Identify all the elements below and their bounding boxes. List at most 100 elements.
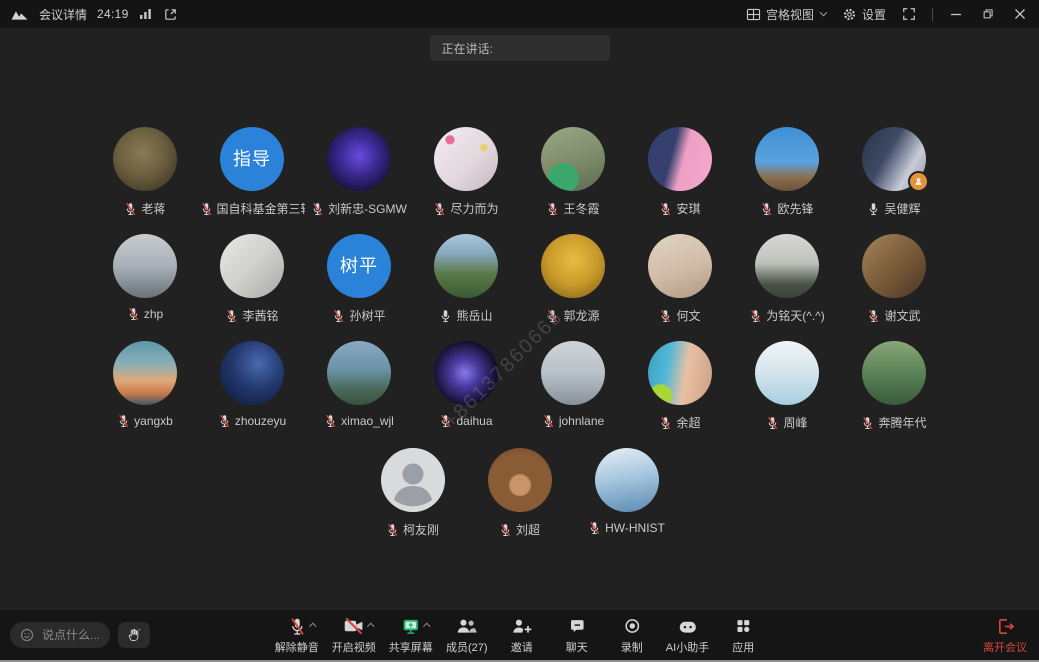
avatar[interactable] xyxy=(488,448,552,512)
avatar[interactable] xyxy=(220,341,284,405)
avatar[interactable] xyxy=(648,127,712,191)
avatar-photo xyxy=(648,234,712,298)
signal-strength-icon[interactable] xyxy=(139,8,153,20)
mic-muted-icon xyxy=(861,416,874,430)
avatar[interactable] xyxy=(755,234,819,298)
avatar[interactable] xyxy=(862,341,926,405)
avatar[interactable] xyxy=(862,127,926,191)
chevron-up-icon[interactable] xyxy=(308,622,317,628)
settings-label: 设置 xyxy=(862,6,886,23)
participant-name: daihua xyxy=(456,414,492,428)
view-mode-label: 宫格视图 xyxy=(766,6,814,23)
participant-tile[interactable]: 吴健辉 xyxy=(841,127,948,234)
close-button[interactable] xyxy=(1011,5,1029,23)
avatar[interactable] xyxy=(113,341,177,405)
avatar-photo xyxy=(862,341,926,405)
meeting-timer: 24:19 xyxy=(97,7,129,21)
emoji-icon[interactable] xyxy=(20,628,34,642)
avatar[interactable]: 树平 xyxy=(327,234,391,298)
share-screen-button[interactable]: 共享屏幕 xyxy=(389,616,433,655)
avatar-photo xyxy=(434,234,498,298)
chevron-up-icon[interactable] xyxy=(366,622,375,628)
participant-tile[interactable]: 指导国自科基金第三轮... xyxy=(199,127,306,234)
participant-tile[interactable]: HW-HNIST xyxy=(573,448,680,555)
chat-button[interactable]: 聊天 xyxy=(556,616,598,655)
avatar-text: 指导 xyxy=(233,150,271,168)
quick-chat-input-wrap[interactable] xyxy=(10,622,110,648)
mic-muted-icon xyxy=(225,309,238,323)
ai-assistant-button[interactable]: AI小助手 xyxy=(666,616,709,655)
apps-icon xyxy=(734,616,752,636)
pop-out-icon[interactable] xyxy=(163,7,178,22)
avatar[interactable] xyxy=(541,341,605,405)
participant-tile[interactable]: zhouzeyu xyxy=(199,341,306,448)
avatar[interactable] xyxy=(541,127,605,191)
avatar[interactable] xyxy=(862,234,926,298)
raise-hand-button[interactable] xyxy=(118,622,150,648)
participant-tile[interactable]: 为铭天(^.^) xyxy=(734,234,841,341)
participant-tile[interactable]: zhp xyxy=(92,234,199,341)
minimize-button[interactable] xyxy=(947,5,965,23)
avatar[interactable] xyxy=(541,234,605,298)
mic-muted-icon xyxy=(218,414,231,428)
avatar[interactable] xyxy=(434,127,498,191)
participant-tile[interactable]: 树平孙树平 xyxy=(306,234,413,341)
quick-chat-input[interactable] xyxy=(40,627,114,643)
avatar[interactable] xyxy=(327,341,391,405)
participant-tile[interactable]: 谢文武 xyxy=(841,234,948,341)
invite-button[interactable]: 邀请 xyxy=(501,616,543,655)
avatar-photo xyxy=(648,341,712,405)
avatar[interactable] xyxy=(220,234,284,298)
participant-tile[interactable]: 周峰 xyxy=(734,341,841,448)
participant-tile[interactable]: 刘新忠-SGMW xyxy=(306,127,413,234)
participant-tile[interactable]: 郭龙源 xyxy=(520,234,627,341)
avatar-photo xyxy=(755,234,819,298)
participant-tile[interactable]: yangxb xyxy=(92,341,199,448)
participant-tile[interactable]: 刘超 xyxy=(466,448,573,555)
participant-tile[interactable]: 王冬霞 xyxy=(520,127,627,234)
meeting-details-title[interactable]: 会议详情 xyxy=(39,6,87,23)
participant-tile[interactable]: ximao_wjl xyxy=(306,341,413,448)
participant-name: 吴健辉 xyxy=(884,200,920,217)
participant-name: yangxb xyxy=(134,414,173,428)
avatar[interactable] xyxy=(434,234,498,298)
avatar[interactable] xyxy=(327,127,391,191)
apps-button[interactable]: 应用 xyxy=(722,616,764,655)
avatar[interactable] xyxy=(648,341,712,405)
avatar[interactable] xyxy=(381,448,445,512)
record-button[interactable]: 录制 xyxy=(611,616,653,655)
settings-button[interactable]: 设置 xyxy=(842,6,886,23)
participant-tile[interactable]: 欧先锋 xyxy=(734,127,841,234)
participant-tile[interactable]: 李茜铭 xyxy=(199,234,306,341)
view-mode-button[interactable]: 宫格视图 xyxy=(746,6,828,23)
avatar[interactable] xyxy=(755,341,819,405)
avatar[interactable] xyxy=(113,127,177,191)
leave-meeting-button[interactable]: 离开会议 xyxy=(983,616,1027,655)
participant-tile[interactable]: 余超 xyxy=(627,341,734,448)
participant-tile[interactable]: daihua xyxy=(413,341,520,448)
chevron-up-icon[interactable] xyxy=(422,622,431,628)
participant-tile[interactable]: 安琪 xyxy=(627,127,734,234)
avatar[interactable]: 指导 xyxy=(220,127,284,191)
participant-tile[interactable]: 何文 xyxy=(627,234,734,341)
avatar-photo xyxy=(541,234,605,298)
fullscreen-button[interactable] xyxy=(900,5,918,23)
participant-name: 刘超 xyxy=(516,521,540,538)
avatar[interactable] xyxy=(648,234,712,298)
avatar[interactable] xyxy=(113,234,177,298)
avatar-photo xyxy=(541,341,605,405)
participant-grid: 老蒋指导国自科基金第三轮...刘新忠-SGMW尽力而为王冬霞安琪欧先锋吴健辉 zh… xyxy=(92,28,948,555)
members-button[interactable]: 成员(27) xyxy=(446,616,488,655)
avatar[interactable] xyxy=(755,127,819,191)
participant-tile[interactable]: 尽力而为 xyxy=(413,127,520,234)
participant-tile[interactable]: 奔腾年代 xyxy=(841,341,948,448)
participant-tile[interactable]: 柯友刚 xyxy=(359,448,466,555)
participant-tile[interactable]: 老蒋 xyxy=(92,127,199,234)
participant-tile[interactable]: johnlane xyxy=(520,341,627,448)
participant-tile[interactable]: 熊岳山 xyxy=(413,234,520,341)
avatar[interactable] xyxy=(595,448,659,512)
restore-window-button[interactable] xyxy=(979,5,997,23)
avatar[interactable] xyxy=(434,341,498,405)
start-video-button[interactable]: 开启视频 xyxy=(332,616,376,655)
unmute-button[interactable]: 解除静音 xyxy=(275,616,319,655)
